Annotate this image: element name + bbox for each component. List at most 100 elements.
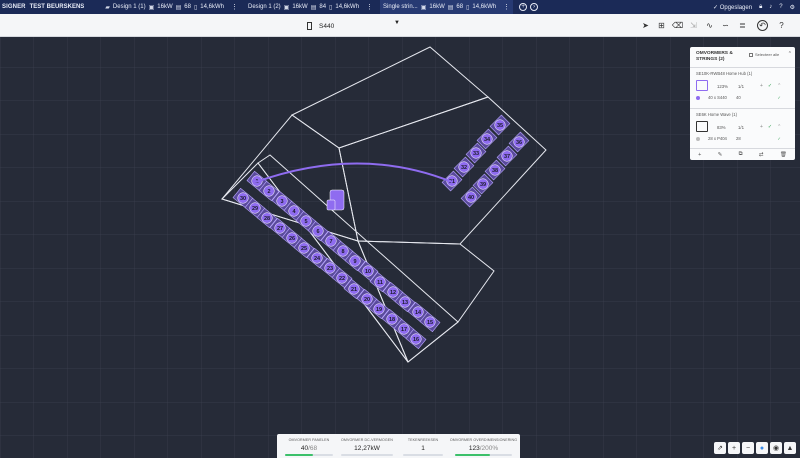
panel-number: 12 — [390, 290, 396, 296]
check-icon[interactable]: ✓ — [768, 124, 772, 130]
stat-suffix: /200% — [479, 445, 499, 452]
tab-power: 16kW — [157, 4, 173, 10]
duplicate-icon[interactable]: ⧉ — [739, 151, 743, 158]
panel-number: 39 — [480, 182, 486, 188]
panel-number: 23 — [327, 266, 333, 272]
tab-single-string[interactable]: Single strin... ▣ 16kW ▤ 68 ▯ 14,6kWh ⋮ — [380, 0, 514, 14]
panel-footer: + ✎ ⧉ ⇄ 🗑︎ — [690, 148, 795, 160]
zoom-out-icon[interactable]: − — [742, 442, 754, 454]
tab-menu-icon[interactable]: ⋮ — [227, 3, 238, 11]
panel-number: 11 — [377, 280, 383, 286]
roof-canvas[interactable]: 3029282726252423222120191817161234567891… — [0, 37, 800, 458]
check-icon[interactable]: ✓ — [768, 83, 772, 89]
inverter-thumbnail — [696, 80, 708, 91]
tab-battery: 14,6kWh — [335, 4, 360, 10]
chevron-up-icon[interactable]: ⌃ — [788, 51, 792, 57]
panel-number: 2 — [267, 189, 270, 195]
help-icon[interactable]: ? — [779, 4, 782, 10]
panel-number: 9 — [353, 259, 356, 265]
satellite-icon[interactable]: ● — [756, 442, 768, 454]
align-icon[interactable]: ⇲ — [688, 20, 699, 31]
tab-power: 16kW — [292, 4, 308, 10]
stat-progress — [285, 454, 333, 456]
lock-icon[interactable]: 🔒︎ — [759, 4, 762, 11]
stat-label: TEKENREEKSEN — [407, 438, 439, 442]
add-tab-icon[interactable]: + — [519, 3, 528, 11]
stats-bar: OMVORMER PANELEN 40/68 OMVORMER DC-VERMO… — [277, 434, 520, 458]
app-brand: SIGNER — [2, 4, 26, 10]
panel-number: 35 — [497, 123, 503, 129]
panel-number: 16 — [413, 337, 419, 343]
saved-label: Opgeslagen — [719, 4, 753, 11]
panel-number: 27 — [277, 226, 283, 232]
share-icon[interactable]: ⇗ — [714, 442, 726, 454]
tab-label: Design 1 (1) — [112, 4, 146, 10]
undo-icon[interactable]: ↶ — [757, 20, 768, 31]
plus-icon[interactable]: + — [760, 124, 763, 130]
string-row[interactable]: 40 x S440 40 ✓ — [696, 95, 791, 103]
panel-model-select[interactable]: S440 ▼ — [305, 20, 402, 32]
stat-value: 1 — [421, 445, 425, 452]
string-color-dot — [696, 95, 700, 100]
panel-number: 14 — [415, 310, 422, 316]
panel-number: 6 — [316, 229, 319, 235]
tab-menu-icon[interactable]: ⋮ — [499, 3, 510, 11]
stat-divider — [403, 454, 443, 456]
inverter-item[interactable]: SE6K Home Wave (1) 83% 1/1 + ✓ ⌃ 28 x P404… — [690, 108, 795, 148]
tab-panels: 68 — [184, 4, 191, 10]
panel-title-line-2: STRINGS (2) — [696, 56, 725, 62]
stringing-icon[interactable]: ∿ — [704, 20, 715, 31]
chevron-up-icon[interactable]: ⌃ — [777, 124, 781, 130]
inverter-actions: + ✓ ⌃ — [760, 83, 781, 89]
check-icon: ✓ — [777, 95, 781, 100]
inverter-item[interactable]: SE10K-RWB48 Home Hub (1) 123% 1/1 + ✓ ⌃ 40… — [690, 67, 795, 108]
panel-number: 13 — [402, 300, 408, 306]
battery-icon: ▯ — [329, 4, 333, 11]
bell-icon[interactable]: ♪ — [769, 4, 772, 10]
panel-number: 34 — [484, 137, 491, 143]
compass-icon[interactable]: ▲ — [784, 442, 796, 454]
panel-number: 33 — [473, 151, 479, 157]
tab-battery: 14,6kWh — [200, 4, 224, 10]
plus-icon[interactable]: + — [760, 83, 763, 89]
inverter-actions: + ✓ ⌃ — [760, 124, 781, 130]
power-icon: ▣ — [148, 4, 155, 11]
stat-value: 12,27kW — [354, 445, 380, 452]
panel-number: 20 — [364, 297, 370, 303]
select-all-toggle[interactable]: Selecteer alle — [749, 52, 779, 57]
saved-status: ✓ Opgeslagen — [713, 4, 753, 11]
rows-icon[interactable]: ≣ — [737, 20, 748, 31]
swap-icon[interactable]: ⇄ — [759, 152, 764, 158]
panel-icon: ▤ — [447, 4, 454, 11]
inverter-name: SE6K Home Wave (1) — [696, 112, 738, 117]
panel-model-icon — [307, 22, 312, 30]
stat-progress-fill — [285, 454, 314, 456]
layers-icon[interactable]: ◉ — [770, 442, 782, 454]
stat-value: 40/68 — [277, 445, 341, 452]
top-bar: SIGNER TEST BEURSKENS ▰ Design 1 (1) ▣ 16… — [0, 0, 800, 14]
tab-design-1-2[interactable]: Design 1 (2) ▣ 16kW ▤ 84 ▯ 14,6kWh ⋮ — [245, 0, 376, 14]
help-icon[interactable]: ? — [776, 20, 787, 31]
stat-number: 40 — [300, 445, 309, 452]
select-all-checkbox[interactable] — [749, 52, 753, 57]
auto-string-icon[interactable]: ∽ — [720, 20, 731, 31]
erase-icon[interactable]: ⌫ — [672, 20, 683, 31]
project-name[interactable]: TEST BEURSKENS — [26, 4, 85, 10]
chevron-up-icon[interactable]: ⌃ — [777, 83, 781, 89]
panel-number: 10 — [365, 269, 371, 275]
stat-label: OMVORMER PANELEN — [288, 438, 330, 442]
add-icon[interactable]: + — [698, 152, 701, 158]
tab-menu-icon[interactable]: ⋮ — [362, 3, 373, 11]
zoom-in-icon[interactable]: + — [728, 442, 740, 454]
panel-number: 38 — [492, 168, 498, 174]
panel-number: 26 — [289, 236, 295, 242]
tab-design-1-1[interactable]: ▰ Design 1 (1) ▣ 16kW ▤ 68 ▯ 14,6kWh ⋮ — [102, 0, 241, 14]
edit-icon[interactable]: ✎ — [718, 152, 723, 158]
select-pointer-icon[interactable]: ➤ — [640, 20, 651, 31]
delete-icon[interactable]: 🗑︎ — [780, 152, 787, 158]
add-panel-icon[interactable]: ⊞ — [656, 20, 667, 31]
panel-number: 30 — [240, 196, 246, 202]
settings-icon[interactable]: ⚙ — [790, 4, 795, 11]
string-row[interactable]: 28 x P404 28 ✓ — [696, 136, 791, 144]
next-tab-icon[interactable]: › — [530, 3, 539, 11]
